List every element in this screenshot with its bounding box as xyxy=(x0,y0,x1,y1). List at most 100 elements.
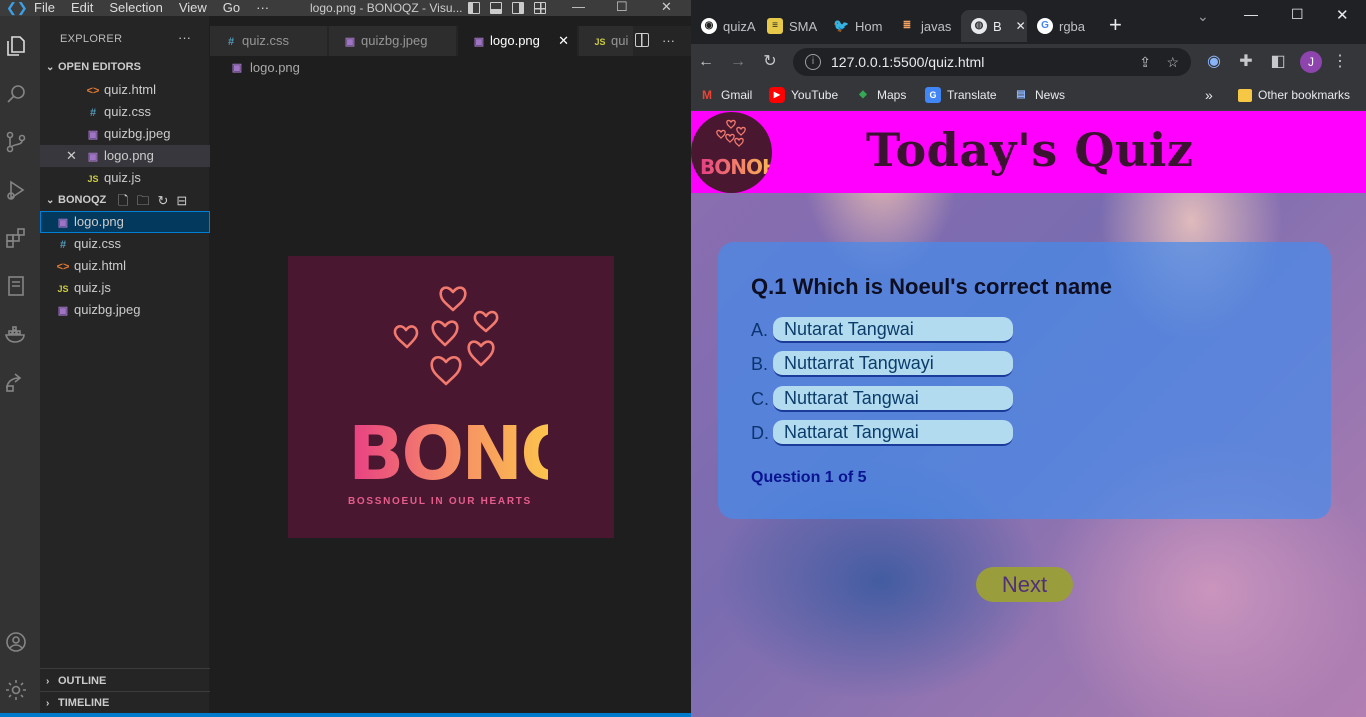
minimize-icon[interactable]: — xyxy=(572,0,585,14)
file-quiz-css[interactable]: # quiz.css xyxy=(40,233,210,255)
puzzle-extensions-icon[interactable]: ✚ xyxy=(1236,52,1256,72)
toggle-sidebar-icon[interactable] xyxy=(468,2,480,14)
explorer-more-icon[interactable]: ··· xyxy=(178,30,191,45)
bookmarks-overflow-icon[interactable]: » xyxy=(1205,86,1213,104)
close-tab-icon[interactable]: ✕ xyxy=(558,26,569,56)
browser-tab-sma[interactable]: ≡ SMA xyxy=(757,10,823,42)
outline-header[interactable]: › OUTLINE xyxy=(46,675,106,687)
run-debug-icon[interactable] xyxy=(4,178,28,202)
settings-gear-icon[interactable] xyxy=(4,678,28,702)
question-progress: Question 1 of 5 xyxy=(751,469,867,486)
menu-go[interactable]: Go xyxy=(215,0,248,16)
search-icon[interactable] xyxy=(4,82,28,106)
menu-edit[interactable]: Edit xyxy=(63,0,101,16)
option-c-button[interactable]: Nuttarat Tangwai xyxy=(773,386,1013,412)
chevron-down-icon: ⌄ xyxy=(46,61,55,73)
tab-search-icon[interactable]: ⌄ xyxy=(1197,8,1209,25)
tab-logo-png[interactable]: ▣ logo.png ✕ xyxy=(458,26,578,56)
new-tab-button[interactable]: + xyxy=(1109,12,1122,38)
customize-layout-icon[interactable] xyxy=(534,2,546,14)
other-bookmarks[interactable]: Other bookmarks xyxy=(1238,86,1350,104)
tab-quiz-css[interactable]: # quiz.css xyxy=(210,26,328,56)
vscode-window: ❮❯ File Edit Selection View Go ··· logo.… xyxy=(0,0,691,717)
bookmark-label: Translate xyxy=(947,88,997,102)
open-editor-quiz-js[interactable]: JS quiz.js xyxy=(40,167,210,189)
timeline-header[interactable]: › TIMELINE xyxy=(46,697,109,709)
minimize-icon[interactable]: — xyxy=(1244,6,1258,22)
new-folder-icon[interactable]: 🗀 xyxy=(136,193,157,208)
collapse-all-icon[interactable]: ⊟ xyxy=(176,193,195,208)
address-bar[interactable]: i 127.0.0.1:5500/quiz.html ⇪ ☆ xyxy=(793,48,1191,76)
tab-quizbg-jpeg[interactable]: ▣ quizbg.jpeg xyxy=(329,26,457,56)
tab-quiz-js[interactable]: JS qui xyxy=(579,26,634,56)
file-name: logo.png xyxy=(104,148,154,163)
bookmark-gmail[interactable]: M Gmail xyxy=(699,86,752,104)
file-quiz-html[interactable]: <> quiz.html xyxy=(40,255,210,277)
file-name: quiz.css xyxy=(74,236,121,251)
close-window-icon[interactable]: ✕ xyxy=(1336,6,1349,24)
option-a-button[interactable]: Nutarat Tangwai xyxy=(773,317,1013,343)
breadcrumb-item[interactable]: logo.png xyxy=(250,60,300,75)
refresh-icon[interactable]: ↻ xyxy=(157,193,176,208)
account-icon[interactable] xyxy=(4,630,28,654)
menu-more[interactable]: ··· xyxy=(248,0,277,16)
profile-avatar[interactable]: J xyxy=(1300,51,1322,73)
close-icon[interactable]: ✕ xyxy=(66,145,86,167)
image-icon: ▣ xyxy=(87,151,99,163)
bookmark-star-icon[interactable]: ☆ xyxy=(1166,54,1179,71)
option-d-button[interactable]: Nattarat Tangwai xyxy=(773,420,1013,446)
source-control-icon[interactable] xyxy=(4,130,28,154)
browser-tab-rgba[interactable]: Grgba xyxy=(1027,10,1093,42)
info-icon[interactable]: i xyxy=(805,54,821,70)
notebook-icon[interactable] xyxy=(4,274,28,298)
tabs-more-icon[interactable]: ··· xyxy=(662,26,675,56)
url-text[interactable]: 127.0.0.1:5500/quiz.html xyxy=(831,54,984,70)
option-b-button[interactable]: Nuttarrat Tangwayi xyxy=(773,351,1013,377)
browser-tab-home[interactable]: 🐦 Hom xyxy=(823,10,889,42)
browser-tab-active[interactable]: ◍ B ✕ xyxy=(961,10,1027,42)
reload-icon[interactable]: ↻ xyxy=(760,52,780,72)
next-button[interactable]: Next xyxy=(976,567,1073,602)
menu-file[interactable]: File xyxy=(26,0,63,16)
new-file-icon[interactable]: 🗋 xyxy=(118,193,136,208)
open-editor-quizbg-jpeg[interactable]: ▣ quizbg.jpeg xyxy=(40,123,210,145)
browser-tab-quiza[interactable]: ◉ quizA xyxy=(691,10,757,42)
file-quizbg-jpeg[interactable]: ▣ quizbg.jpeg xyxy=(40,299,210,321)
file-quiz-js[interactable]: JS quiz.js xyxy=(40,277,210,299)
bookmark-translate[interactable]: G Translate xyxy=(925,86,997,104)
bookmark-news[interactable]: ▤ News xyxy=(1013,86,1065,104)
file-logo-png[interactable]: ▣ logo.png xyxy=(40,211,210,233)
maximize-icon[interactable]: ☐ xyxy=(1291,6,1304,23)
open-editors-title: OPEN EDITORS xyxy=(58,61,141,73)
file-name: quiz.js xyxy=(74,280,111,295)
menu-selection[interactable]: Selection xyxy=(101,0,170,16)
toggle-secondary-sidebar-icon[interactable] xyxy=(512,2,524,14)
divider xyxy=(40,691,210,692)
bookmark-youtube[interactable]: ▶ YouTube xyxy=(769,86,838,104)
remote-explorer-icon[interactable] xyxy=(4,370,28,394)
open-editor-logo-png[interactable]: ✕ ▣ logo.png xyxy=(40,145,210,167)
open-editor-quiz-html[interactable]: <> quiz.html xyxy=(40,79,210,101)
option-letter: D. xyxy=(751,422,769,443)
close-window-icon[interactable]: ✕ xyxy=(661,0,672,14)
menu-kebab-icon[interactable]: ⋮ xyxy=(1330,52,1350,72)
open-editors-header[interactable]: ⌄ OPEN EDITORS xyxy=(46,61,141,73)
explorer-icon[interactable] xyxy=(4,34,28,58)
maximize-icon[interactable]: ☐ xyxy=(616,0,628,14)
side-panel-icon[interactable]: ◧ xyxy=(1268,52,1288,72)
extensions-icon[interactable] xyxy=(4,226,28,250)
bookmark-maps[interactable]: ◆ Maps xyxy=(855,86,906,104)
toggle-panel-icon[interactable] xyxy=(490,2,502,14)
open-editor-quiz-css[interactable]: # quiz.css xyxy=(40,101,210,123)
share-icon[interactable]: ⇪ xyxy=(1139,54,1151,71)
extension-icon[interactable]: ◉ xyxy=(1204,52,1224,72)
close-tab-icon[interactable]: ✕ xyxy=(1016,19,1026,33)
vscode-logo-icon: ❮❯ xyxy=(6,0,28,15)
forward-icon[interactable]: → xyxy=(728,52,748,72)
docker-icon[interactable] xyxy=(4,322,28,346)
menu-view[interactable]: View xyxy=(171,0,215,16)
split-editor-icon[interactable] xyxy=(635,33,649,47)
browser-tab-javas[interactable]: ≣ javas xyxy=(889,10,955,42)
back-icon[interactable]: ← xyxy=(696,52,716,72)
folder-header[interactable]: ⌄ BONOQZ xyxy=(46,194,106,206)
